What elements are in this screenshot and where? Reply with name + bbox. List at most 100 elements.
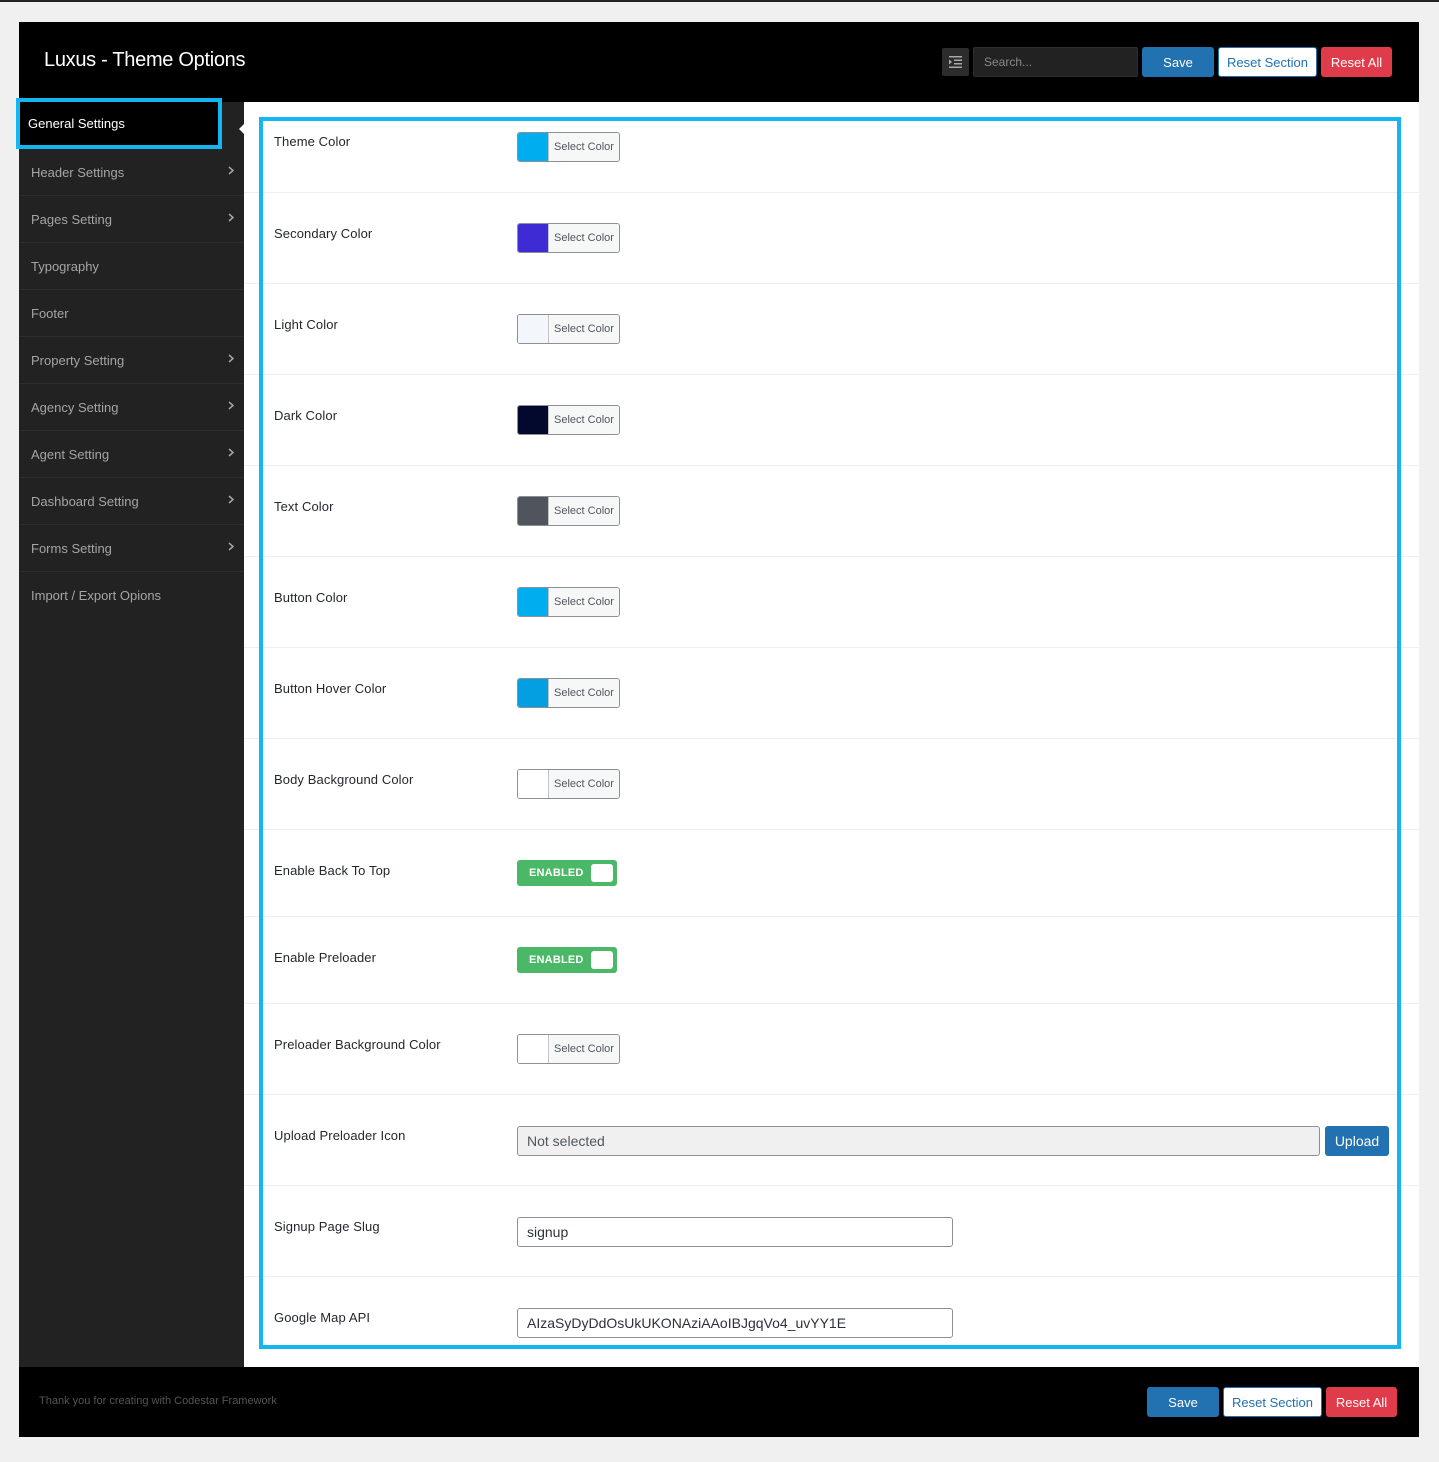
field-label: Secondary Color <box>274 226 373 241</box>
field-text-color: Text Color Select Color <box>244 466 1419 557</box>
chevron-right-icon <box>228 401 234 410</box>
select-color-button[interactable]: Select Color <box>549 1035 619 1063</box>
field-label: Enable Back To Top <box>274 863 391 878</box>
field-label: Button Color <box>274 590 348 605</box>
reset-section-button[interactable]: Reset Section <box>1218 47 1317 77</box>
dark-color-picker[interactable]: Select Color <box>517 405 620 435</box>
search-input[interactable] <box>973 47 1138 77</box>
field-label: Google Map API <box>274 1310 371 1325</box>
select-color-button[interactable]: Select Color <box>549 133 619 161</box>
field-label: Dark Color <box>274 408 338 423</box>
sidebar-item-label: Agent Setting <box>31 446 110 462</box>
reset-all-button[interactable]: Reset All <box>1321 47 1392 77</box>
sidebar-item-label: Property Setting <box>31 352 125 368</box>
color-swatch <box>518 315 549 343</box>
list-indent-icon <box>949 56 962 68</box>
sidebar-item-typography[interactable]: Typography <box>19 243 244 290</box>
preloader-icon-field: Not selected <box>517 1126 1320 1156</box>
button-color-picker[interactable]: Select Color <box>517 587 620 617</box>
sidebar-item-agent-setting[interactable]: Agent Setting <box>19 431 244 478</box>
chevron-right-icon <box>228 542 234 551</box>
field-dark-color: Dark Color Select Color <box>244 375 1419 466</box>
footer-reset-section-button[interactable]: Reset Section <box>1223 1387 1322 1417</box>
toggle-state-label: ENABLED <box>529 867 584 879</box>
color-swatch <box>518 133 549 161</box>
select-color-button[interactable]: Select Color <box>549 497 619 525</box>
back-to-top-toggle[interactable]: ENABLED <box>517 860 617 886</box>
sidebar-item-label: Dashboard Setting <box>31 493 139 509</box>
chevron-right-icon <box>228 354 234 363</box>
field-label: Theme Color <box>274 134 351 149</box>
field-upload-preloader-icon: Upload Preloader Icon Not selected Uploa… <box>244 1095 1419 1186</box>
sidebar-item-label: Pages Setting <box>31 211 112 227</box>
chevron-right-icon <box>228 213 234 222</box>
page-title: Luxus - Theme Options <box>44 49 246 71</box>
sidebar-item-agency-setting[interactable]: Agency Setting <box>19 384 244 431</box>
field-secondary-color: Secondary Color Select Color <box>244 193 1419 284</box>
button-hover-color-picker[interactable]: Select Color <box>517 678 620 708</box>
field-label: Button Hover Color <box>274 681 387 696</box>
select-color-button[interactable]: Select Color <box>549 588 619 616</box>
sidebar-item-general-settings[interactable]: General Settings <box>16 98 222 149</box>
toggle-state-label: ENABLED <box>529 954 584 966</box>
footer-bar: Thank you for creating with Codestar Fra… <box>19 1367 1419 1437</box>
light-color-picker[interactable]: Select Color <box>517 314 620 344</box>
field-preloader-background-color: Preloader Background Color Select Color <box>244 1004 1419 1095</box>
google-map-api-input[interactable] <box>517 1308 953 1338</box>
select-color-button[interactable]: Select Color <box>549 224 619 252</box>
sidebar-item-dashboard-setting[interactable]: Dashboard Setting <box>19 478 244 525</box>
sidebar-item-import-export[interactable]: Import / Export Opions <box>19 572 244 619</box>
sidebar-nav: General Settings Header Settings Pages S… <box>16 98 245 1367</box>
text-color-picker[interactable]: Select Color <box>517 496 620 526</box>
field-label: Body Background Color <box>274 772 414 787</box>
field-label: Text Color <box>274 499 334 514</box>
field-button-hover-color: Button Hover Color Select Color <box>244 648 1419 739</box>
theme-color-picker[interactable]: Select Color <box>517 132 620 162</box>
signup-slug-input[interactable] <box>517 1217 953 1247</box>
color-swatch <box>518 770 549 798</box>
sidebar-item-forms-setting[interactable]: Forms Setting <box>19 525 244 572</box>
sidebar-item-header-settings[interactable]: Header Settings <box>19 149 244 196</box>
chevron-right-icon <box>228 166 234 175</box>
preloader-toggle[interactable]: ENABLED <box>517 947 617 973</box>
field-enable-preloader: Enable Preloader ENABLED <box>244 917 1419 1004</box>
preloader-background-color-picker[interactable]: Select Color <box>517 1034 620 1064</box>
field-signup-page-slug: Signup Page Slug <box>244 1186 1419 1277</box>
sidebar-item-label: Forms Setting <box>31 540 112 556</box>
footer-save-button[interactable]: Save <box>1147 1387 1219 1417</box>
sidebar-item-label: Footer <box>31 305 69 321</box>
sidebar-item-label: General Settings <box>28 116 125 131</box>
field-label: Preloader Background Color <box>274 1037 441 1052</box>
sidebar-item-label: Agency Setting <box>31 399 119 415</box>
secondary-color-picker[interactable]: Select Color <box>517 223 620 253</box>
select-color-button[interactable]: Select Color <box>549 406 619 434</box>
field-enable-back-to-top: Enable Back To Top ENABLED <box>244 830 1419 917</box>
save-button[interactable]: Save <box>1142 47 1214 77</box>
sidebar-item-footer[interactable]: Footer <box>19 290 244 337</box>
select-color-button[interactable]: Select Color <box>549 679 619 707</box>
sidebar-item-property-setting[interactable]: Property Setting <box>19 337 244 384</box>
sidebar-item-pages-setting[interactable]: Pages Setting <box>19 196 244 243</box>
field-theme-color: Theme Color Select Color <box>244 102 1419 193</box>
field-google-map-api: Google Map API <box>244 1277 1419 1367</box>
header-bar: Luxus - Theme Options Save Reset Section… <box>19 22 1419 102</box>
expand-all-button[interactable] <box>942 48 969 76</box>
field-label: Enable Preloader <box>274 950 377 965</box>
toggle-knob <box>591 864 613 882</box>
color-swatch <box>518 224 549 252</box>
footer-reset-all-button[interactable]: Reset All <box>1326 1387 1397 1417</box>
select-color-button[interactable]: Select Color <box>549 315 619 343</box>
body-background-color-picker[interactable]: Select Color <box>517 769 620 799</box>
toggle-knob <box>591 951 613 969</box>
settings-content: Theme Color Select Color Secondary Color… <box>244 102 1419 1367</box>
field-button-color: Button Color Select Color <box>244 557 1419 648</box>
sidebar-item-label: Import / Export Opions <box>31 588 162 603</box>
upload-button[interactable]: Upload <box>1325 1126 1389 1156</box>
color-swatch <box>518 1035 549 1063</box>
footer-credit: Thank you for creating with Codestar Fra… <box>39 1395 277 1407</box>
select-color-button[interactable]: Select Color <box>549 770 619 798</box>
sidebar-item-label: Typography <box>31 258 99 274</box>
window-top-border <box>0 0 1439 2</box>
field-light-color: Light Color Select Color <box>244 284 1419 375</box>
options-panel: Luxus - Theme Options Save Reset Section… <box>16 22 1419 1437</box>
